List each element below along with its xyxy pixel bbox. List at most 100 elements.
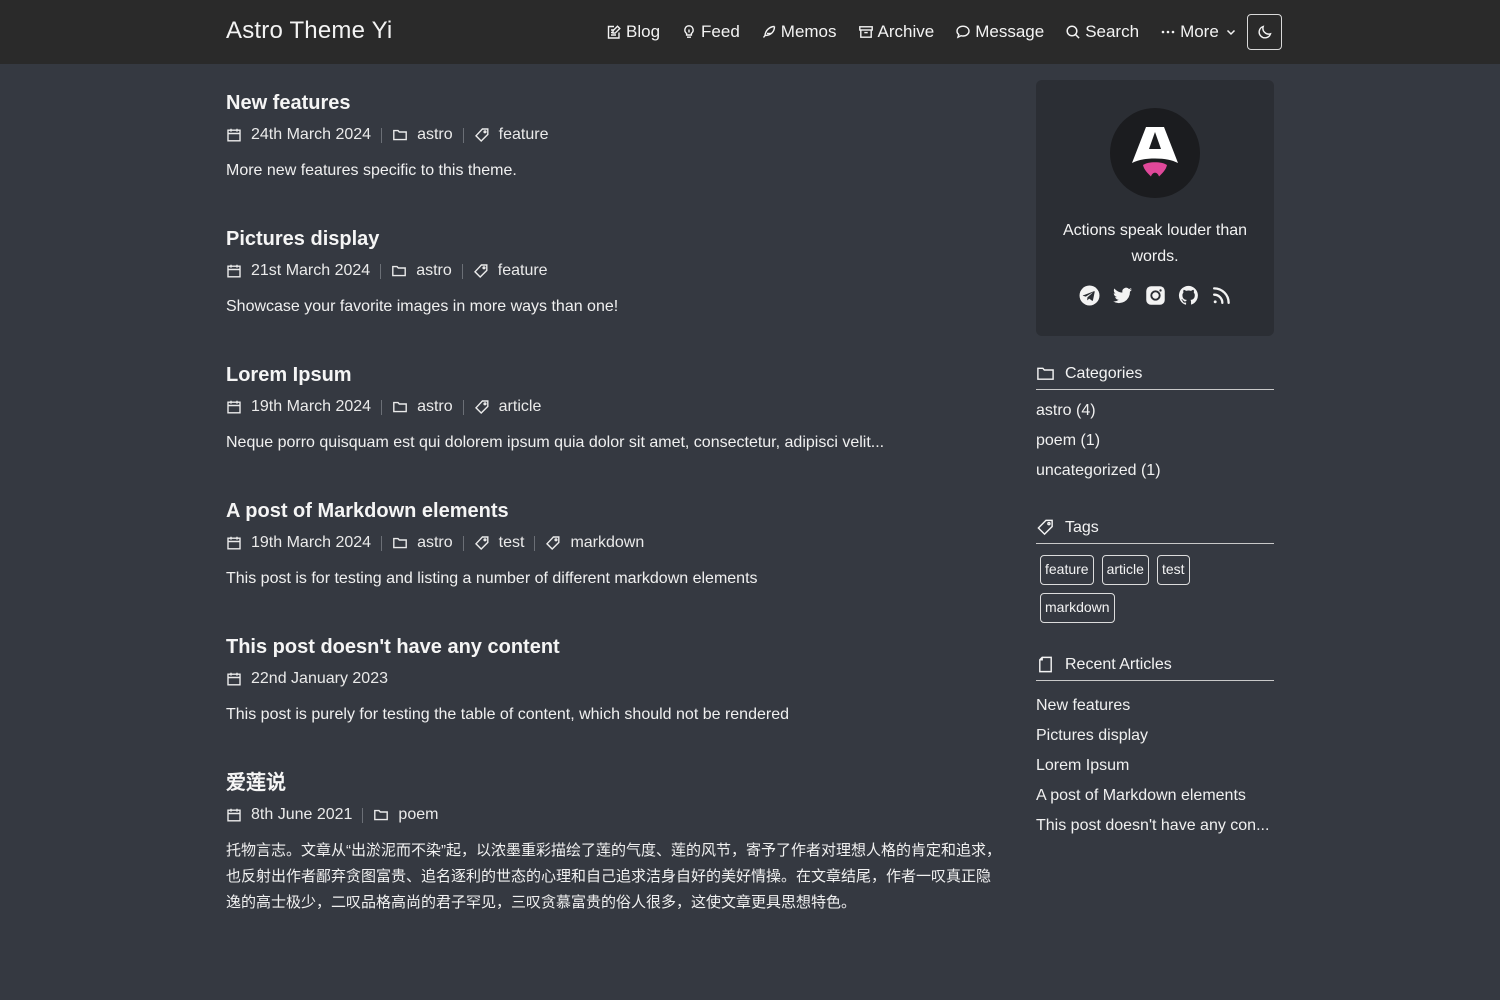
meta-divider bbox=[380, 263, 382, 279]
meta-divider bbox=[462, 399, 464, 415]
post-category-text: astro bbox=[417, 398, 453, 415]
recent-article-link[interactable]: Pictures display bbox=[1036, 725, 1274, 755]
post-tag-link[interactable]: article bbox=[474, 398, 542, 416]
nav-search-label: Search bbox=[1085, 22, 1140, 41]
post-title-link[interactable]: This post doesn't have any content bbox=[226, 634, 1001, 660]
nav-feed[interactable]: Feed bbox=[681, 22, 740, 42]
post-card: Lorem Ipsum 19th March 2024 astro article Ne… bbox=[226, 362, 1001, 456]
meta-divider bbox=[462, 127, 464, 143]
post-excerpt: More new features specific to this theme… bbox=[226, 162, 517, 179]
post-card: A post of Markdown elements 19th March 20… bbox=[226, 498, 1001, 592]
github-link[interactable] bbox=[1177, 284, 1199, 306]
nav-message[interactable]: Message bbox=[955, 22, 1044, 42]
nav-feed-label: Feed bbox=[701, 22, 740, 41]
site-brand[interactable]: Astro Theme Yi bbox=[226, 17, 392, 45]
tag-chip-article[interactable]: article bbox=[1101, 555, 1149, 585]
tag-icon bbox=[474, 536, 489, 550]
theme-toggle-button[interactable] bbox=[1247, 14, 1282, 50]
category-item[interactable]: poem (1) bbox=[1036, 430, 1274, 460]
meta-divider bbox=[534, 535, 536, 551]
post-card: Pictures display 21st March 2024 astro feat… bbox=[226, 226, 1001, 320]
post-meta: 21st March 2024 astro feature bbox=[226, 260, 1001, 282]
nav-search[interactable]: Search bbox=[1065, 22, 1139, 42]
tag-chip-test[interactable]: test bbox=[1156, 555, 1190, 585]
meta-divider bbox=[381, 535, 383, 551]
post-card: 爱莲说 8th June 2021 poem 托物言志。文章从“出淤泥而不染”起，以浓… bbox=[226, 770, 1001, 916]
folder-icon bbox=[392, 265, 407, 277]
post-category-link[interactable]: astro bbox=[392, 534, 453, 552]
nav-memos-label: Memos bbox=[780, 22, 837, 41]
telegram-link[interactable] bbox=[1078, 284, 1100, 306]
telegram-icon bbox=[1079, 285, 1099, 305]
nav-memos[interactable]: Memos bbox=[761, 22, 837, 42]
post-category-text: astro bbox=[416, 262, 452, 279]
post-date: 19th March 2024 bbox=[226, 534, 371, 552]
rss-link[interactable] bbox=[1210, 284, 1232, 306]
post-date: 19th March 2024 bbox=[226, 398, 371, 416]
tag-chip-feature[interactable]: feature bbox=[1040, 555, 1094, 585]
tag-cloud: feature article test markdown bbox=[1036, 555, 1274, 631]
post-category-link[interactable]: astro bbox=[392, 398, 453, 416]
post-title-link[interactable]: Pictures display bbox=[226, 226, 1001, 252]
archive-box-icon bbox=[858, 26, 873, 38]
nav-blog[interactable]: Blog bbox=[606, 22, 660, 42]
post-title-link[interactable]: 爱莲说 bbox=[226, 770, 1001, 796]
twitter-icon bbox=[1112, 287, 1132, 303]
post-category-link[interactable]: astro bbox=[392, 126, 453, 144]
post-category-link[interactable]: poem bbox=[373, 806, 438, 824]
recent-article-link[interactable]: A post of Markdown elements bbox=[1036, 785, 1274, 815]
calendar-icon bbox=[227, 128, 241, 142]
post-date-text: 19th March 2024 bbox=[251, 534, 372, 551]
recent-articles-list: New features Pictures display Lorem Ipsu… bbox=[1036, 695, 1274, 845]
post-card: This post doesn't have any content 22nd J… bbox=[226, 634, 1001, 728]
post-excerpt: This post is purely for testing the tabl… bbox=[226, 706, 789, 723]
post-excerpt: This post is for testing and listing a n… bbox=[226, 570, 758, 587]
recent-articles-title: Recent Articles bbox=[1065, 655, 1172, 673]
post-excerpt: Showcase your favorite images in more wa… bbox=[226, 298, 619, 315]
tags-heading: Tags bbox=[1036, 516, 1274, 544]
document-icon bbox=[1039, 656, 1052, 673]
post-date-text: 21st March 2024 bbox=[251, 262, 371, 279]
astro-logo-icon bbox=[1132, 127, 1178, 177]
category-item[interactable]: astro (4) bbox=[1036, 400, 1274, 430]
post-meta: 22nd January 2023 bbox=[226, 668, 1001, 690]
recent-article-link[interactable]: This post doesn't have any con... bbox=[1036, 815, 1274, 845]
post-tag-text: article bbox=[498, 398, 542, 415]
post-tag-link[interactable]: feature bbox=[473, 262, 548, 280]
search-icon bbox=[1066, 25, 1080, 39]
main-nav: Blog Feed Memos Archive Message Search M… bbox=[606, 19, 1258, 45]
calendar-icon bbox=[227, 808, 241, 822]
post-date: 8th June 2021 bbox=[226, 806, 352, 824]
tag-chip-markdown[interactable]: markdown bbox=[1040, 593, 1115, 623]
folder-icon bbox=[393, 129, 407, 141]
tag-icon bbox=[1037, 519, 1053, 536]
post-tag-link[interactable]: markdown bbox=[545, 534, 644, 552]
recent-article-link[interactable]: New features bbox=[1036, 695, 1274, 725]
category-item[interactable]: uncategorized (1) bbox=[1036, 460, 1274, 490]
calendar-icon bbox=[227, 400, 241, 414]
post-category-link[interactable]: astro bbox=[391, 262, 452, 280]
post-date: 21st March 2024 bbox=[226, 262, 370, 280]
tags-widget: Tags feature article test markdown bbox=[1036, 516, 1274, 631]
post-meta: 19th March 2024 astro article bbox=[226, 396, 1001, 418]
post-meta: 8th June 2021 poem bbox=[226, 804, 1001, 826]
chevron-down-icon bbox=[1226, 29, 1235, 36]
post-title-link[interactable]: New features bbox=[226, 90, 1001, 116]
calendar-icon bbox=[227, 264, 241, 278]
post-tag-link[interactable]: feature bbox=[474, 126, 548, 144]
post-date-text: 22nd January 2023 bbox=[251, 670, 388, 687]
ellipsis-icon bbox=[1161, 30, 1175, 34]
nav-archive[interactable]: Archive bbox=[858, 22, 934, 42]
twitter-link[interactable] bbox=[1111, 284, 1133, 306]
post-date: 22nd January 2023 bbox=[226, 670, 388, 688]
tags-title: Tags bbox=[1065, 518, 1099, 536]
post-title-link[interactable]: A post of Markdown elements bbox=[226, 498, 1001, 524]
post-tag-link[interactable]: test bbox=[474, 534, 524, 552]
post-title-link[interactable]: Lorem Ipsum bbox=[226, 362, 1001, 388]
instagram-link[interactable] bbox=[1144, 284, 1166, 306]
folder-icon bbox=[1037, 367, 1054, 380]
recent-article-link[interactable]: Lorem Ipsum bbox=[1036, 755, 1274, 785]
post-date-text: 8th June 2021 bbox=[251, 806, 353, 823]
nav-more-dropdown[interactable]: More bbox=[1160, 22, 1237, 42]
tag-icon bbox=[473, 264, 488, 278]
